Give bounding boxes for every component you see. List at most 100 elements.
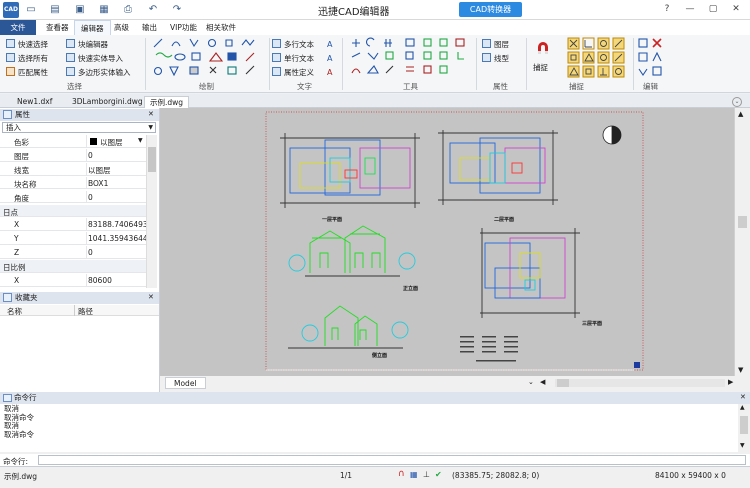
command-scroll-thumb[interactable] <box>740 416 748 434</box>
layers-button[interactable]: 图层 <box>482 39 509 49</box>
text-group-label: 文字 <box>297 82 312 91</box>
ribbon-separator <box>633 38 634 90</box>
maximize-icon[interactable]: ▢ <box>704 2 722 17</box>
snap-status-icon[interactable]: ∩ <box>398 469 405 479</box>
properties-scrollbar[interactable] <box>146 135 157 288</box>
layout-nav-down-icon[interactable]: ⌄ <box>528 378 534 386</box>
property-row[interactable]: 线宽 以图层 <box>0 162 146 176</box>
scroll-down-icon[interactable]: ▼ <box>738 366 743 374</box>
property-value[interactable]: 以图层 <box>88 165 111 176</box>
edit-tools <box>638 38 662 76</box>
attribute-definition-button[interactable]: 属性定义 <box>272 67 314 77</box>
print-icon[interactable]: ⎙ <box>121 3 135 17</box>
property-row[interactable]: Z0 <box>0 246 146 259</box>
menu-viewer[interactable]: 查看器 <box>40 20 75 35</box>
command-log-line: 取消命令 <box>4 429 34 439</box>
scroll-up-icon[interactable]: ▲ <box>740 404 745 411</box>
linetype-button[interactable]: 线型 <box>482 53 509 63</box>
property-row[interactable]: 角度 0 <box>0 190 146 204</box>
command-scrollbar[interactable]: ▲ ▼ <box>738 404 750 452</box>
vertical-scroll-thumb[interactable] <box>738 216 747 228</box>
match-properties-button[interactable]: 匹配属性 <box>6 67 48 77</box>
osnap-status-icon[interactable]: ✔ <box>435 470 442 479</box>
object-type-select[interactable]: 插入 ▼ <box>2 122 156 133</box>
scroll-right-icon[interactable]: ▶ <box>728 378 733 386</box>
property-row[interactable]: Y 1041.35943644 <box>0 232 148 246</box>
entity-import-icon <box>66 53 75 62</box>
property-row[interactable]: X 83188.740649304 <box>0 218 157 232</box>
scroll-up-icon[interactable]: ▲ <box>738 110 743 118</box>
property-row[interactable]: 块名称 BOX1 <box>0 176 146 190</box>
property-key: 日比例 <box>3 263 26 273</box>
tabs-dropdown-icon[interactable]: ⌄ <box>732 97 742 107</box>
save-as-icon[interactable]: ▦ <box>97 3 111 17</box>
property-row[interactable]: X 80600 <box>0 274 146 287</box>
ribbon-separator <box>145 38 146 90</box>
property-value[interactable]: BOX1 <box>88 179 108 188</box>
quick-entity-import-button[interactable]: 快速实体导入 <box>66 53 123 63</box>
property-value[interactable]: 以图层 <box>100 137 123 148</box>
block-editor-button[interactable]: 块编辑器 <box>66 39 108 49</box>
grid-status-icon[interactable]: ▦ <box>410 470 418 479</box>
scroll-left-icon[interactable]: ◀ <box>540 378 545 386</box>
app-title: 迅捷CAD编辑器 <box>318 7 390 18</box>
horizontal-scrollbar[interactable] <box>555 379 725 387</box>
menu-advanced[interactable]: 高级 <box>108 20 135 35</box>
multiline-text-button[interactable]: 多行文本 <box>272 39 314 49</box>
command-input[interactable] <box>38 455 746 465</box>
property-key: X <box>14 276 20 285</box>
horizontal-scroll-thumb[interactable] <box>557 379 569 387</box>
menu-output[interactable]: 输出 <box>136 20 163 35</box>
snap-button[interactable]: 捕捉 <box>533 62 548 73</box>
property-value[interactable]: 80600 <box>88 276 112 285</box>
ribbon-separator <box>526 38 527 90</box>
command-close-icon[interactable]: ✕ <box>740 393 746 401</box>
property-key: 色彩 <box>14 138 29 147</box>
property-category[interactable]: 日比例 <box>0 260 146 273</box>
favorites-close-icon[interactable]: ✕ <box>148 293 154 301</box>
menu-vip[interactable]: VIP功能 <box>164 20 203 35</box>
column-divider <box>86 162 87 176</box>
panel-close-icon[interactable]: ✕ <box>148 110 154 118</box>
scroll-thumb[interactable] <box>148 147 156 172</box>
drawing-vertical-scrollbar[interactable]: ▲ ▼ <box>734 108 750 376</box>
property-value[interactable]: 0 <box>88 151 93 160</box>
props-group-label: 属性 <box>493 82 508 91</box>
property-row[interactable]: 图层 0 <box>0 148 146 162</box>
open-file-icon[interactable]: ▤ <box>48 3 62 17</box>
close-icon[interactable]: ✕ <box>727 2 745 17</box>
undo-icon[interactable]: ↶ <box>146 3 160 17</box>
property-value[interactable]: 1041.35943644 <box>88 234 148 243</box>
drawing-canvas[interactable]: 一层平面 二层平面 正立面 侧立面 三层平面 <box>160 108 734 376</box>
scroll-down-icon[interactable]: ▼ <box>740 442 745 449</box>
text-style-icons: A A A <box>327 40 333 77</box>
property-row[interactable]: 色彩 以图层 ▼ <box>0 135 146 148</box>
select-all-button[interactable]: 选择所有 <box>6 53 48 63</box>
svg-text:A: A <box>327 54 333 63</box>
polygon-entity-input-button[interactable]: 多边形实体输入 <box>66 67 131 77</box>
doc-tab-lamborgini[interactable]: 3DLamborgini.dwg <box>67 96 148 108</box>
doc-tab-new1[interactable]: New1.dxf <box>12 96 57 108</box>
doc-tab-example[interactable]: 示例.dwg <box>144 96 190 108</box>
quick-select-icon <box>6 39 15 48</box>
property-category[interactable]: 日点 <box>0 204 146 218</box>
single-line-text-button[interactable]: 单行文本 <box>272 53 314 63</box>
chevron-down-icon[interactable]: ▼ <box>138 137 143 144</box>
command-log-line: 取消 <box>4 421 19 431</box>
column-divider <box>86 148 87 162</box>
snap-mode-icons <box>567 37 625 78</box>
redo-icon[interactable]: ↷ <box>170 3 184 17</box>
menu-file[interactable]: 文件 <box>0 20 36 35</box>
menu-related-software[interactable]: 相关软件 <box>200 20 242 35</box>
quick-select-button[interactable]: 快速选择 <box>6 39 48 49</box>
property-value[interactable]: 0 <box>88 193 93 202</box>
help-icon[interactable]: ? <box>658 2 676 17</box>
minimize-icon[interactable]: — <box>681 2 699 17</box>
menu-editor[interactable]: 编辑器 <box>74 20 111 35</box>
ortho-status-icon[interactable]: ⊥ <box>423 470 430 479</box>
property-value[interactable]: 0 <box>88 248 93 257</box>
cad-converter-button[interactable]: CAD转换器 <box>459 2 522 17</box>
model-tab[interactable]: Model <box>165 377 206 389</box>
save-icon[interactable]: ▣ <box>73 3 87 17</box>
new-file-icon[interactable]: ▭ <box>24 3 38 17</box>
